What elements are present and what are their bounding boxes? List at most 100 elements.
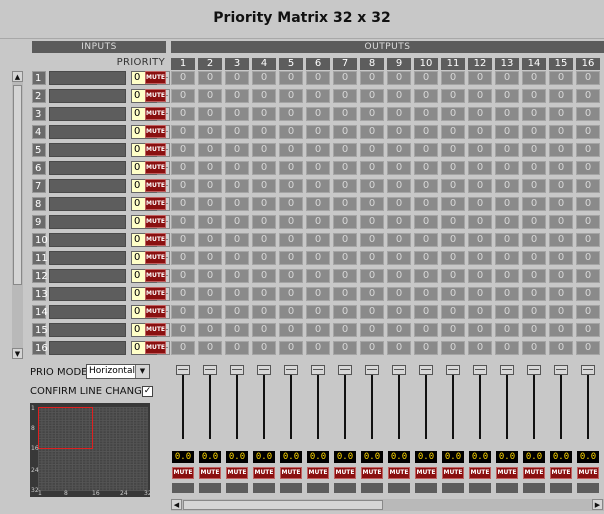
input-mute-button[interactable]: MUTE bbox=[145, 71, 166, 84]
matrix-cell[interactable]: 0 bbox=[387, 269, 411, 283]
output-label-field[interactable] bbox=[469, 483, 491, 493]
matrix-cell[interactable]: 0 bbox=[549, 125, 573, 139]
matrix-cell[interactable]: 0 bbox=[441, 233, 465, 247]
input-mute-button[interactable]: MUTE bbox=[145, 143, 166, 156]
input-name-field[interactable] bbox=[49, 215, 126, 229]
matrix-cell[interactable]: 0 bbox=[360, 71, 384, 85]
matrix-cell[interactable]: 0 bbox=[360, 125, 384, 139]
matrix-cell[interactable]: 0 bbox=[495, 107, 519, 121]
horizontal-scroll-thumb[interactable] bbox=[183, 500, 383, 510]
output-mute-button[interactable]: MUTE bbox=[523, 467, 545, 479]
matrix-cell[interactable]: 0 bbox=[414, 251, 438, 265]
matrix-cell[interactable]: 0 bbox=[549, 323, 573, 337]
matrix-cell[interactable]: 0 bbox=[441, 197, 465, 211]
confirm-line-change-checkbox[interactable]: ✓ bbox=[142, 386, 153, 397]
output-label-field[interactable] bbox=[334, 483, 356, 493]
matrix-cell[interactable]: 0 bbox=[468, 323, 492, 337]
matrix-cell[interactable]: 0 bbox=[414, 107, 438, 121]
matrix-cell[interactable]: 0 bbox=[171, 269, 195, 283]
matrix-cell[interactable]: 0 bbox=[306, 161, 330, 175]
input-name-field[interactable] bbox=[49, 125, 126, 139]
matrix-cell[interactable]: 0 bbox=[522, 161, 546, 175]
matrix-cell[interactable]: 0 bbox=[252, 323, 276, 337]
matrix-cell[interactable]: 0 bbox=[252, 269, 276, 283]
matrix-cell[interactable]: 0 bbox=[576, 341, 600, 355]
input-name-field[interactable] bbox=[49, 71, 126, 85]
fader-knob[interactable] bbox=[365, 365, 379, 375]
matrix-cell[interactable]: 0 bbox=[495, 89, 519, 103]
fader-track[interactable] bbox=[506, 369, 508, 439]
matrix-cell[interactable]: 0 bbox=[576, 179, 600, 193]
matrix-cell[interactable]: 0 bbox=[387, 71, 411, 85]
scroll-up-icon[interactable]: ▲ bbox=[12, 71, 23, 82]
matrix-cell[interactable]: 0 bbox=[495, 179, 519, 193]
output-label-field[interactable] bbox=[523, 483, 545, 493]
matrix-cell[interactable]: 0 bbox=[306, 341, 330, 355]
matrix-cell[interactable]: 0 bbox=[522, 143, 546, 157]
output-label-field[interactable] bbox=[253, 483, 275, 493]
matrix-cell[interactable]: 0 bbox=[360, 341, 384, 355]
fader-knob[interactable] bbox=[500, 365, 514, 375]
matrix-cell[interactable]: 0 bbox=[468, 287, 492, 301]
matrix-cell[interactable]: 0 bbox=[522, 107, 546, 121]
output-label-field[interactable] bbox=[496, 483, 518, 493]
matrix-cell[interactable]: 0 bbox=[252, 71, 276, 85]
matrix-cell[interactable]: 0 bbox=[171, 233, 195, 247]
matrix-cell[interactable]: 0 bbox=[279, 143, 303, 157]
fader-track[interactable] bbox=[290, 369, 292, 439]
scroll-down-icon[interactable]: ▼ bbox=[12, 348, 23, 359]
matrix-cell[interactable]: 0 bbox=[306, 233, 330, 247]
output-label-field[interactable] bbox=[199, 483, 221, 493]
matrix-cell[interactable]: 0 bbox=[468, 71, 492, 85]
matrix-cell[interactable]: 0 bbox=[495, 269, 519, 283]
matrix-cell[interactable]: 0 bbox=[333, 143, 357, 157]
fader-track[interactable] bbox=[560, 369, 562, 439]
input-name-field[interactable] bbox=[49, 161, 126, 175]
output-label-field[interactable] bbox=[388, 483, 410, 493]
matrix-cell[interactable]: 0 bbox=[522, 125, 546, 139]
input-name-field[interactable] bbox=[49, 143, 126, 157]
matrix-cell[interactable]: 0 bbox=[414, 143, 438, 157]
matrix-cell[interactable]: 0 bbox=[576, 323, 600, 337]
fader-knob[interactable] bbox=[446, 365, 460, 375]
matrix-cell[interactable]: 0 bbox=[279, 287, 303, 301]
matrix-cell[interactable]: 0 bbox=[522, 233, 546, 247]
fader-track[interactable] bbox=[344, 369, 346, 439]
output-mute-button[interactable]: MUTE bbox=[226, 467, 248, 479]
matrix-cell[interactable]: 0 bbox=[441, 323, 465, 337]
matrix-cell[interactable]: 0 bbox=[279, 305, 303, 319]
matrix-cell[interactable]: 0 bbox=[333, 305, 357, 319]
matrix-cell[interactable]: 0 bbox=[522, 197, 546, 211]
output-mute-button[interactable]: MUTE bbox=[442, 467, 464, 479]
matrix-cell[interactable]: 0 bbox=[441, 305, 465, 319]
fader-track[interactable] bbox=[236, 369, 238, 439]
matrix-cell[interactable]: 0 bbox=[198, 287, 222, 301]
matrix-cell[interactable]: 0 bbox=[522, 305, 546, 319]
matrix-cell[interactable]: 0 bbox=[387, 161, 411, 175]
output-mute-button[interactable]: MUTE bbox=[577, 467, 599, 479]
fader-knob[interactable] bbox=[176, 365, 190, 375]
matrix-cell[interactable]: 0 bbox=[198, 71, 222, 85]
matrix-cell[interactable]: 0 bbox=[225, 233, 249, 247]
matrix-cell[interactable]: 0 bbox=[549, 107, 573, 121]
matrix-cell[interactable]: 0 bbox=[576, 269, 600, 283]
matrix-cell[interactable]: 0 bbox=[414, 233, 438, 247]
matrix-cell[interactable]: 0 bbox=[225, 269, 249, 283]
matrix-cell[interactable]: 0 bbox=[225, 215, 249, 229]
matrix-cell[interactable]: 0 bbox=[225, 323, 249, 337]
matrix-cell[interactable]: 0 bbox=[171, 197, 195, 211]
fader-knob[interactable] bbox=[338, 365, 352, 375]
input-mute-button[interactable]: MUTE bbox=[145, 107, 166, 120]
input-mute-button[interactable]: MUTE bbox=[145, 233, 166, 246]
input-mute-button[interactable]: MUTE bbox=[145, 269, 166, 282]
matrix-cell[interactable]: 0 bbox=[198, 269, 222, 283]
matrix-cell[interactable]: 0 bbox=[198, 341, 222, 355]
fader-track[interactable] bbox=[263, 369, 265, 439]
fader-track[interactable] bbox=[452, 369, 454, 439]
output-mute-button[interactable]: MUTE bbox=[550, 467, 572, 479]
input-name-field[interactable] bbox=[49, 341, 126, 355]
matrix-cell[interactable]: 0 bbox=[279, 323, 303, 337]
input-name-field[interactable] bbox=[49, 287, 126, 301]
matrix-cell[interactable]: 0 bbox=[171, 71, 195, 85]
matrix-cell[interactable]: 0 bbox=[171, 89, 195, 103]
